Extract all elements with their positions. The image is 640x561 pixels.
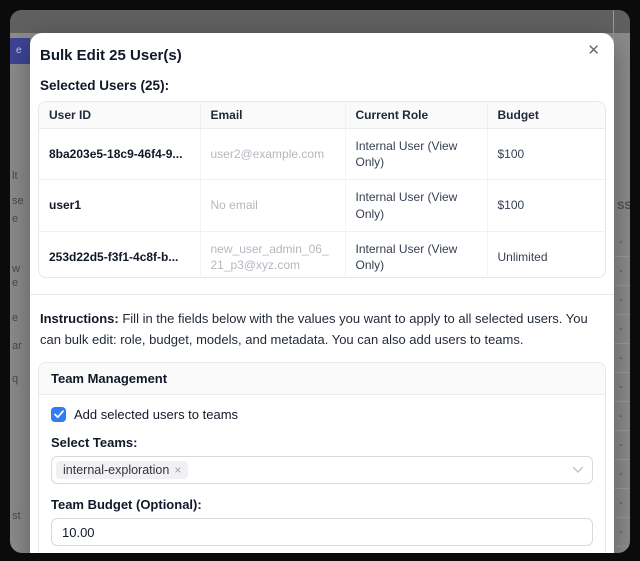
tag-remove-icon[interactable]: × — [174, 463, 181, 477]
background-table-cell: - — [614, 373, 630, 402]
chevron-down-icon[interactable] — [572, 466, 584, 474]
team-budget-input[interactable] — [51, 518, 593, 546]
background-table-cell: - — [614, 228, 630, 257]
background-page-left-strip: eltseeweearqst — [10, 10, 30, 553]
selected-users-table-scroll[interactable]: User IDEmailCurrent RoleBudget 8ba203e5-… — [38, 101, 606, 278]
background-table-cell: - — [614, 286, 630, 315]
background-table-cell: - — [614, 344, 630, 373]
browser-viewport: eltseeweearqst SS ----------- ✕ Bulk Edi… — [10, 10, 630, 553]
cell-budget: $100 — [487, 180, 605, 231]
background-table-rows: ----------- — [614, 228, 630, 547]
background-text-fragment: e — [12, 277, 30, 289]
background-page-top — [10, 10, 630, 33]
check-icon — [54, 410, 64, 419]
team-management-title: Team Management — [39, 363, 605, 395]
cell-current-role: Internal User (View Only) — [345, 129, 487, 180]
background-column-header: SS — [617, 200, 630, 212]
modal-title: Bulk Edit 25 User(s) — [40, 47, 606, 64]
team-tag: internal-exploration × — [56, 461, 188, 479]
bulk-edit-modal: ✕ Bulk Edit 25 User(s) Selected Users (2… — [30, 33, 614, 553]
background-text-fragment: se — [12, 195, 30, 207]
cell-current-role: Internal User (View Only) — [345, 231, 487, 278]
background-table-cell: - — [614, 402, 630, 431]
background-button-fragment: e — [10, 38, 30, 64]
background-text-fragment: ar — [12, 340, 30, 352]
background-text-fragment: q — [12, 373, 30, 385]
instructions-text: Instructions: Fill in the fields below w… — [40, 308, 604, 350]
background-table-cell: - — [614, 518, 630, 547]
selected-users-table: User IDEmailCurrent RoleBudget 8ba203e5-… — [39, 102, 605, 278]
cell-user-id: user1 — [39, 180, 200, 231]
instructions-body: Fill in the fields below with the values… — [40, 311, 588, 347]
team-budget-label: Team Budget (Optional): — [51, 497, 593, 512]
background-text-fragment: lt — [12, 170, 30, 182]
table-row: user1No emailInternal User (View Only)$1… — [39, 180, 605, 231]
instructions-label: Instructions: — [40, 311, 119, 326]
cell-current-role: Internal User (View Only) — [345, 180, 487, 231]
team-tag-label: internal-exploration — [63, 463, 169, 477]
add-users-checkbox[interactable] — [51, 407, 66, 422]
table-header-row: User IDEmailCurrent RoleBudget — [39, 102, 605, 129]
select-teams-label: Select Teams: — [51, 435, 593, 450]
background-table-cell: - — [614, 257, 630, 286]
table-row: 253d22d5-f3f1-4c8f-b...new_user_admin_06… — [39, 231, 605, 278]
background-table-cell: - — [614, 489, 630, 518]
cell-email: user2@example.com — [200, 129, 345, 180]
background-text-fragment: w — [12, 263, 30, 275]
column-header: Current Role — [345, 102, 487, 129]
cell-user-id: 8ba203e5-18c9-46f4-9... — [39, 129, 200, 180]
cell-budget: $100 — [487, 129, 605, 180]
column-header: Budget — [487, 102, 605, 129]
section-divider — [30, 294, 614, 295]
selected-users-label: Selected Users (25): — [40, 78, 606, 93]
close-icon[interactable]: ✕ — [587, 43, 600, 58]
column-header: Email — [200, 102, 345, 129]
column-header: User ID — [39, 102, 200, 129]
background-table-cell: - — [614, 431, 630, 460]
background-text-fragment: e — [12, 213, 30, 225]
add-users-checkbox-label[interactable]: Add selected users to teams — [74, 407, 238, 422]
budget-helper-text: Leave empty for unlimited budget within … — [51, 551, 593, 553]
cell-budget: Unlimited — [487, 231, 605, 278]
select-teams-input[interactable]: internal-exploration × — [51, 456, 593, 484]
cell-user-id: 253d22d5-f3f1-4c8f-b... — [39, 231, 200, 278]
background-page-right-strip: SS ----------- — [613, 10, 630, 553]
cell-email: No email — [200, 180, 345, 231]
table-row: 8ba203e5-18c9-46f4-9...user2@example.com… — [39, 129, 605, 180]
team-management-section: Team Management Add selected users to te… — [38, 362, 606, 553]
background-text-fragment: st — [12, 510, 30, 522]
background-table-cell: - — [614, 460, 630, 489]
cell-email: new_user_admin_06_21_p3@xyz.com — [200, 231, 345, 278]
background-text-fragment: e — [12, 312, 30, 324]
background-table-cell: - — [614, 315, 630, 344]
